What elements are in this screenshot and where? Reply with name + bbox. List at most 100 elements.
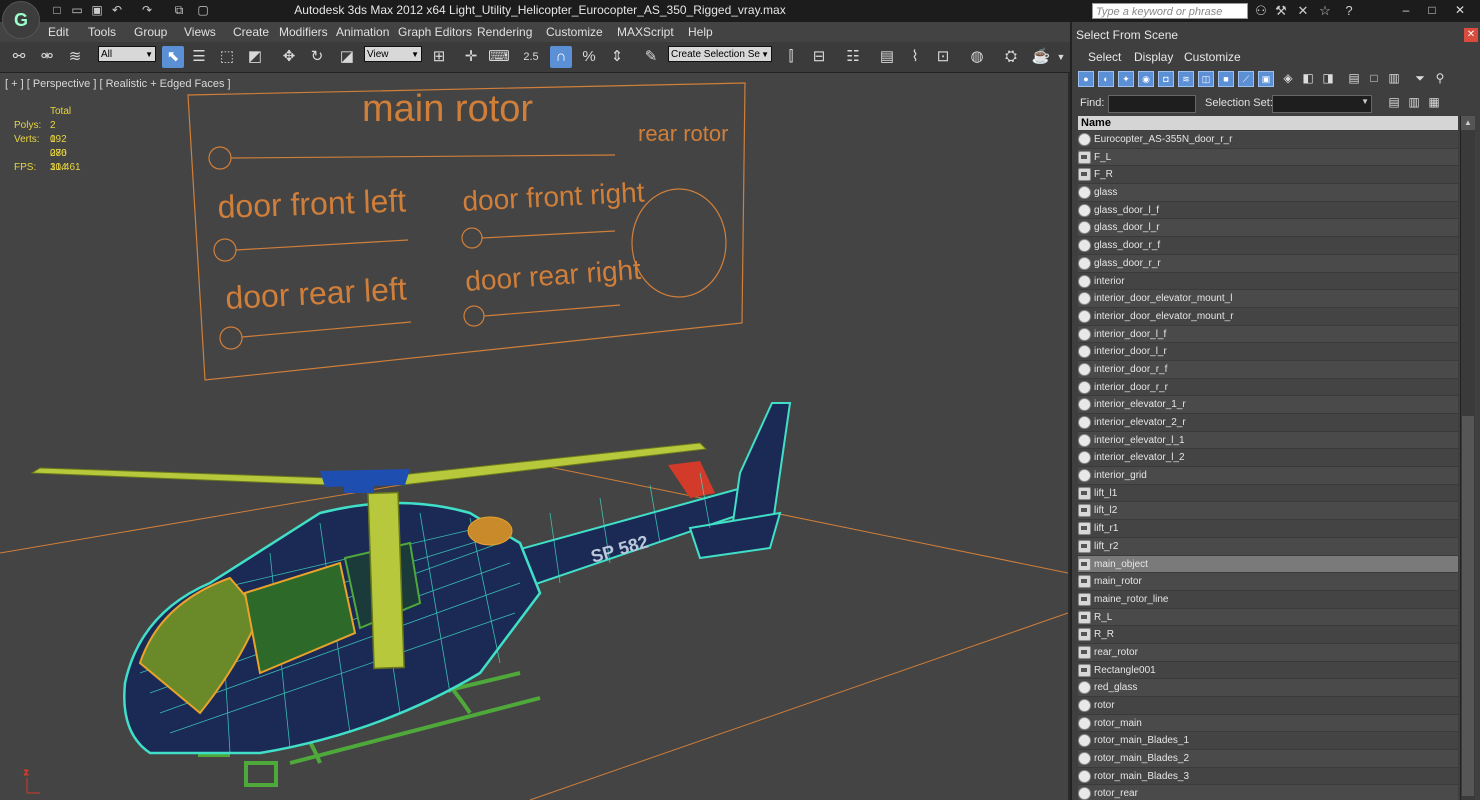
- scene-object-row[interactable]: interior_door_r_f: [1078, 360, 1458, 379]
- toolbar-overflow-icon[interactable]: ▼: [1054, 46, 1068, 68]
- render-setup-icon[interactable]: ⛭: [1000, 46, 1022, 68]
- select-invert-icon[interactable]: ▥: [1386, 71, 1402, 87]
- scene-object-row[interactable]: red_glass: [1078, 679, 1458, 697]
- unlink-icon[interactable]: ⚮: [36, 46, 58, 68]
- scene-object-row[interactable]: interior_elevator_l_1: [1078, 431, 1458, 450]
- align-icon[interactable]: ⊟: [808, 46, 830, 68]
- move-icon[interactable]: ✥: [278, 46, 300, 68]
- schematic-view-icon[interactable]: ⊡: [932, 46, 954, 68]
- favorites-star-icon[interactable]: ☆: [1316, 3, 1334, 19]
- scene-object-row[interactable]: main_object: [1078, 555, 1458, 574]
- scale-icon[interactable]: ◪: [336, 46, 358, 68]
- scrollbar-thumb[interactable]: [1462, 416, 1474, 796]
- render-frame-icon[interactable]: ☕: [1030, 46, 1052, 68]
- display-shapes-icon[interactable]: ◐: [1098, 71, 1114, 87]
- scene-object-row[interactable]: rear_rotor: [1078, 643, 1458, 662]
- panel-menu-customize[interactable]: Customize: [1184, 50, 1241, 64]
- select-all-icon[interactable]: ▤: [1346, 71, 1362, 87]
- bind-spacewarp-icon[interactable]: ≋: [64, 46, 86, 68]
- scene-object-row[interactable]: interior_elevator_1_r: [1078, 396, 1458, 414]
- display-geometry-icon[interactable]: ●: [1078, 71, 1094, 87]
- scene-object-row[interactable]: lift_l1: [1078, 484, 1458, 503]
- select-manipulate-icon[interactable]: ✛: [460, 46, 482, 68]
- rotate-icon[interactable]: ↻: [306, 46, 328, 68]
- keyboard-shortcut-icon[interactable]: ⌨: [488, 46, 510, 68]
- display-xrefs-icon[interactable]: ■: [1218, 71, 1234, 87]
- scene-object-row[interactable]: interior_door_elevator_mount_l: [1078, 290, 1458, 308]
- menu-edit[interactable]: Edit: [48, 25, 69, 39]
- menu-rendering[interactable]: Rendering: [477, 25, 532, 39]
- scene-object-row[interactable]: Rectangle001: [1078, 661, 1458, 680]
- scene-object-row[interactable]: interior_door_r_r: [1078, 378, 1458, 397]
- percent-snap-icon[interactable]: %: [578, 46, 600, 68]
- menu-customize[interactable]: Customize: [546, 25, 603, 39]
- menu-modifiers[interactable]: Modifiers: [279, 25, 328, 39]
- select-none-icon[interactable]: □: [1366, 71, 1382, 87]
- display-all-icon[interactable]: ◨: [1320, 71, 1336, 87]
- snaps-toggle-icon[interactable]: 2.5: [520, 46, 542, 68]
- menu-tools[interactable]: Tools: [88, 25, 116, 39]
- scene-object-row[interactable]: rotor_main: [1078, 714, 1458, 733]
- menu-animation[interactable]: Animation: [336, 25, 389, 39]
- scene-object-row[interactable]: interior_grid: [1078, 467, 1458, 485]
- edit-named-selection-icon[interactable]: ✎: [640, 46, 662, 68]
- subscription-icon[interactable]: ⚒: [1272, 3, 1290, 19]
- help-icon[interactable]: ?: [1340, 3, 1358, 19]
- pivot-center-icon[interactable]: ⊞: [428, 46, 450, 68]
- perspective-viewport[interactable]: main rotor rear rotor door front left do…: [0, 73, 1068, 800]
- scene-object-row[interactable]: rotor_main_Blades_2: [1078, 750, 1458, 768]
- rect-selection-icon[interactable]: ⬚: [216, 46, 238, 68]
- menu-group[interactable]: Group: [134, 25, 167, 39]
- menu-help[interactable]: Help: [688, 25, 713, 39]
- display-groups-icon[interactable]: ◫: [1198, 71, 1214, 87]
- scene-object-row[interactable]: rotor_main_Blades_3: [1078, 767, 1458, 786]
- scene-object-row[interactable]: glass_door_l_f: [1078, 201, 1458, 220]
- scene-object-row[interactable]: F_L: [1078, 148, 1458, 167]
- display-bones-icon[interactable]: ⟋: [1238, 71, 1254, 87]
- scroll-up-icon[interactable]: ▲: [1461, 116, 1475, 130]
- maximize-button[interactable]: □: [1420, 2, 1444, 18]
- link-icon[interactable]: ⚯: [8, 46, 30, 68]
- display-helpers-icon[interactable]: ◘: [1158, 71, 1174, 87]
- scene-object-row[interactable]: lift_r2: [1078, 537, 1458, 556]
- display-spacewarps-icon[interactable]: ≋: [1178, 71, 1194, 87]
- scene-object-row[interactable]: lift_l2: [1078, 502, 1458, 521]
- select-children-icon[interactable]: ▥: [1406, 95, 1422, 111]
- panel-menu-display[interactable]: Display: [1134, 50, 1173, 64]
- scene-object-row[interactable]: rotor_rear: [1078, 785, 1458, 800]
- scene-object-row[interactable]: rotor: [1078, 697, 1458, 715]
- viewport-label[interactable]: [ + ] [ Perspective ] [ Realistic + Edge…: [5, 78, 231, 90]
- minimize-button[interactable]: –: [1394, 2, 1418, 18]
- scene-object-row[interactable]: R_R: [1078, 626, 1458, 644]
- column-header-name[interactable]: Name: [1078, 116, 1458, 130]
- display-hidden-icon[interactable]: ◧: [1300, 71, 1316, 87]
- scene-object-row[interactable]: interior_elevator_2_r: [1078, 414, 1458, 432]
- find-input[interactable]: [1108, 95, 1196, 113]
- window-crossing-icon[interactable]: ◩: [244, 46, 266, 68]
- selection-set-dropdown[interactable]: ▼: [1272, 95, 1372, 113]
- scene-object-row[interactable]: interior_door_elevator_mount_r: [1078, 307, 1458, 326]
- scene-object-row[interactable]: maine_rotor_line: [1078, 590, 1458, 609]
- filter-icon[interactable]: ⏷: [1412, 71, 1428, 87]
- scene-object-row[interactable]: interior_door_l_r: [1078, 343, 1458, 361]
- material-editor-icon[interactable]: ◍: [966, 46, 988, 68]
- select-hierarchy-icon[interactable]: ▤: [1386, 95, 1402, 111]
- list-scrollbar[interactable]: ▲: [1460, 116, 1475, 800]
- display-frozen-icon[interactable]: ◈: [1280, 71, 1296, 87]
- reference-coordinate-dropdown[interactable]: View ▼: [364, 46, 422, 62]
- mirror-icon[interactable]: ⫿: [780, 46, 802, 68]
- search-input[interactable]: Type a keyword or phrase: [1092, 3, 1248, 19]
- select-by-name-icon[interactable]: ☰: [188, 46, 210, 68]
- angle-snap-icon[interactable]: ∩: [550, 46, 572, 68]
- filter-options-icon[interactable]: ⚲: [1432, 71, 1448, 87]
- menu-create[interactable]: Create: [233, 25, 269, 39]
- select-object-icon[interactable]: ⬉: [162, 46, 184, 68]
- scene-object-row[interactable]: glass: [1078, 184, 1458, 202]
- scene-object-row[interactable]: interior: [1078, 272, 1458, 291]
- scene-object-row[interactable]: main_rotor: [1078, 573, 1458, 591]
- layer-manager-icon[interactable]: ☷: [842, 46, 864, 68]
- scene-object-row[interactable]: glass_door_r_r: [1078, 254, 1458, 273]
- menu-views[interactable]: Views: [184, 25, 216, 39]
- panel-menu-select[interactable]: Select: [1088, 50, 1121, 64]
- select-dependents-icon[interactable]: ▦: [1426, 95, 1442, 111]
